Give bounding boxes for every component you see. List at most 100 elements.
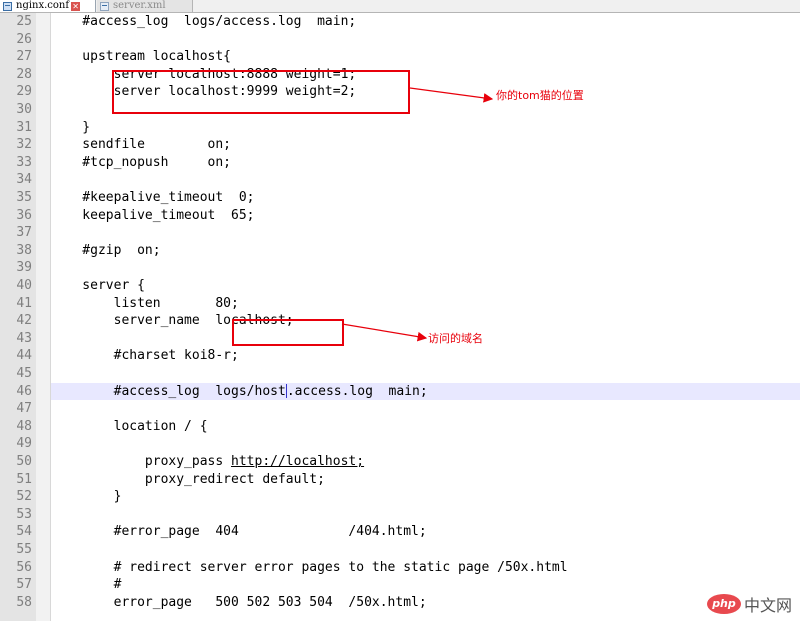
code-line[interactable]: 46 #access_log logs/host.access.log main… <box>0 382 800 401</box>
code-line[interactable]: 45 <box>0 365 800 383</box>
code-text[interactable]: listen 80; <box>51 295 800 313</box>
code-text[interactable]: upstream localhost{ <box>51 48 800 66</box>
code-line[interactable]: 51 proxy_redirect default; <box>0 471 800 489</box>
code-line[interactable]: 29 server localhost:9999 weight=2; <box>0 83 800 101</box>
tab-bar: nginx.conf ✕ server.xml <box>0 0 800 13</box>
code-text-segment: .access.log main; <box>286 383 428 399</box>
code-text[interactable]: server { <box>51 277 800 295</box>
close-icon[interactable]: ✕ <box>71 1 81 11</box>
code-text[interactable]: #access_log logs/access.log main; <box>51 13 800 31</box>
code-line[interactable]: 57 # <box>0 576 800 594</box>
line-number: 47 <box>16 401 32 417</box>
code-line[interactable]: 49 <box>0 435 800 453</box>
line-number: 37 <box>16 225 32 241</box>
line-number: 33 <box>16 154 32 170</box>
code-text[interactable]: proxy_redirect default; <box>51 471 800 489</box>
url-link[interactable]: http://localhost; <box>231 454 364 469</box>
code-line[interactable]: 48 location / { <box>0 418 800 436</box>
line-number: 46 <box>16 383 32 399</box>
code-editor[interactable]: 25 #access_log logs/access.log main; 26 27… <box>0 13 800 621</box>
code-text[interactable]: } <box>51 119 800 137</box>
line-number: 36 <box>16 207 32 223</box>
code-line[interactable]: 27 upstream localhost{ <box>0 48 800 66</box>
code-text[interactable]: #access_log logs/host.access.log main; <box>51 382 800 401</box>
code-line[interactable]: 55 <box>0 541 800 559</box>
code-line[interactable]: 54 #error_page 404 /404.html; <box>0 523 800 541</box>
code-line[interactable]: 40 server { <box>0 277 800 295</box>
code-text[interactable]: server_name localhost; <box>51 312 800 330</box>
line-number: 44 <box>16 348 32 364</box>
code-line[interactable]: 43 <box>0 330 800 348</box>
code-line[interactable]: 25 #access_log logs/access.log main; <box>0 13 800 31</box>
code-line[interactable]: 41 listen 80; <box>0 295 800 313</box>
code-line[interactable]: 34 <box>0 171 800 189</box>
code-line[interactable]: 36 keepalive_timeout 65; <box>0 207 800 225</box>
code-text[interactable]: #keepalive_timeout 0; <box>51 189 800 207</box>
code-line[interactable]: 28 server localhost:8888 weight=1; <box>0 66 800 84</box>
code-text[interactable]: } <box>51 488 800 506</box>
code-text[interactable]: proxy_pass http://localhost; <box>51 453 800 471</box>
line-number: 45 <box>16 366 32 381</box>
line-number: 49 <box>16 436 32 452</box>
line-number: 48 <box>16 418 32 434</box>
line-number: 58 <box>16 594 32 610</box>
code-line[interactable]: 47 <box>0 400 800 418</box>
code-text-segment: #access_log logs/host <box>51 383 286 399</box>
code-text[interactable]: #error_page 404 /404.html; <box>51 523 800 541</box>
code-line[interactable]: 44 #charset koi8-r; <box>0 347 800 365</box>
code-text[interactable]: location / { <box>51 418 800 436</box>
line-number: 38 <box>16 242 32 258</box>
line-number: 35 <box>16 190 32 205</box>
code-text[interactable]: # <box>51 576 800 594</box>
code-text[interactable]: sendfile on; <box>51 136 800 154</box>
code-line[interactable]: 53 <box>0 506 800 524</box>
code-line[interactable]: 30 <box>0 101 800 119</box>
tab-label: server.xml <box>113 0 166 11</box>
code-line[interactable]: 38 #gzip on; <box>0 242 800 260</box>
line-number: 32 <box>16 137 32 153</box>
code-line[interactable]: 52 } <box>0 488 800 506</box>
code-text-segment: proxy_pass <box>51 454 232 469</box>
code-line[interactable]: 58 error_page 500 502 503 504 /50x.html; <box>0 594 800 612</box>
tab-label: nginx.conf <box>16 0 70 11</box>
line-number: 52 <box>16 489 32 505</box>
line-number: 57 <box>16 577 32 593</box>
code-line[interactable]: 35 #keepalive_timeout 0; <box>0 189 800 207</box>
line-number: 39 <box>16 260 32 276</box>
line-number: 30 <box>16 102 32 117</box>
code-line[interactable]: 50 proxy_pass http://localhost; <box>0 453 800 471</box>
code-text[interactable]: server localhost:8888 weight=1; <box>51 66 800 84</box>
line-number: 34 <box>16 172 32 188</box>
code-text[interactable]: server localhost:9999 weight=2; <box>51 83 800 101</box>
code-line[interactable]: 42 server_name localhost; <box>0 312 800 330</box>
code-line[interactable]: 32 sendfile on; <box>0 136 800 154</box>
code-text[interactable]: error_page 500 502 503 504 /50x.html; <box>51 594 800 612</box>
line-number: 53 <box>16 506 32 522</box>
line-number: 55 <box>16 542 32 557</box>
tab-nginx-conf[interactable]: nginx.conf ✕ <box>0 0 96 12</box>
line-number: 42 <box>16 313 32 329</box>
code-line[interactable]: 26 <box>0 31 800 49</box>
code-line[interactable]: 37 <box>0 224 800 242</box>
code-text[interactable]: #charset koi8-r; <box>51 347 800 365</box>
line-number: 27 <box>16 49 32 65</box>
code-line[interactable]: 33 #tcp_nopush on; <box>0 154 800 172</box>
line-number: 51 <box>16 471 32 487</box>
code-line[interactable]: 39 <box>0 259 800 277</box>
code-line[interactable]: 56 # redirect server error pages to the … <box>0 559 800 577</box>
line-number: 29 <box>16 84 32 100</box>
line-number: 54 <box>16 524 32 540</box>
line-number: 56 <box>16 559 32 575</box>
line-number: 25 <box>16 14 32 29</box>
code-text[interactable]: keepalive_timeout 65; <box>51 207 800 225</box>
line-number: 40 <box>16 278 32 293</box>
tab-server-xml[interactable]: server.xml <box>97 0 193 12</box>
line-number: 31 <box>16 119 32 135</box>
code-text[interactable]: # redirect server error pages to the sta… <box>51 559 800 577</box>
line-number: 41 <box>16 295 32 311</box>
code-line[interactable]: 31 } <box>0 119 800 137</box>
line-number: 43 <box>16 330 32 346</box>
line-number: 50 <box>16 454 32 469</box>
code-text[interactable]: #tcp_nopush on; <box>51 154 800 172</box>
code-text[interactable]: #gzip on; <box>51 242 800 260</box>
